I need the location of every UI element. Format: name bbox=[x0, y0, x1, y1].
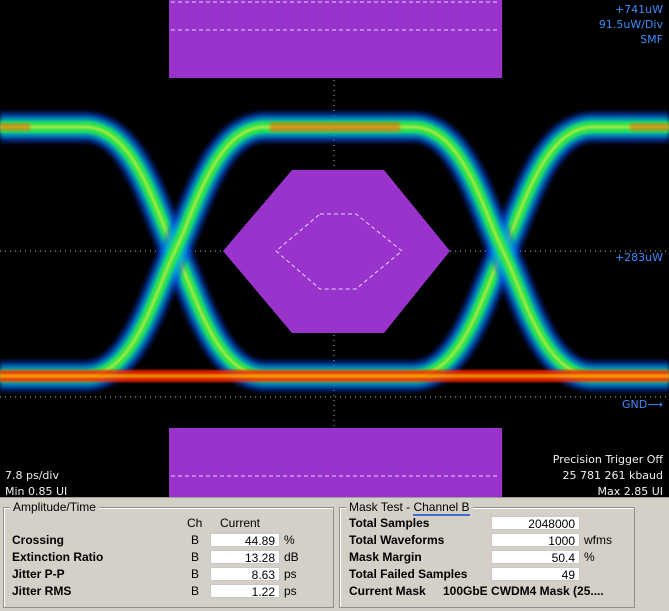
measurement-row-jitter-rms[interactable]: Jitter RMS B 1.22 ps bbox=[4, 583, 333, 600]
amplitude-time-group: Amplitude/Time Ch Current Crossing B 44.… bbox=[3, 500, 334, 608]
current-column-header: Current bbox=[220, 516, 261, 530]
one-level-hot-left bbox=[0, 123, 30, 131]
measurement-channel: B bbox=[190, 533, 199, 547]
mask-test-title: Mask Test - Channel B bbox=[346, 500, 473, 516]
max-ui-readout: Max 2.85 UI bbox=[597, 485, 663, 497]
measurement-channel: B bbox=[190, 584, 199, 598]
mask-test-group: Mask Test - Channel B Total Samples 2048… bbox=[339, 500, 635, 608]
measurement-unit: ps bbox=[284, 584, 297, 598]
measurement-label: Extinction Ratio bbox=[12, 550, 104, 564]
measurement-unit: ps bbox=[284, 567, 297, 581]
current-mask-value: 100GbE CWDM4 Mask (25.... bbox=[443, 584, 604, 598]
center-level-marker: +283uW bbox=[614, 251, 663, 264]
mask-row-total-waveforms[interactable]: Total Waveforms 1000 wfms bbox=[340, 532, 634, 549]
eye-diagram-display[interactable]: +741uW 91.5uW/Div SMF +283uW GND⟶ 7.8 ps… bbox=[0, 0, 669, 497]
measurement-label: Jitter P-P bbox=[12, 567, 65, 581]
measurement-channel: B bbox=[190, 567, 199, 581]
channel-column-header: Ch bbox=[187, 516, 203, 530]
mask-unit: wfms bbox=[584, 533, 612, 547]
amplitude-scale-readout: +741uW 91.5uW/Div SMF bbox=[599, 2, 663, 47]
mask-value: 2048000 bbox=[491, 516, 580, 531]
measurement-channel: B bbox=[190, 550, 199, 564]
mask-row-mask-margin[interactable]: Mask Margin 50.4 % bbox=[340, 549, 634, 566]
measurement-value: 13.28 bbox=[210, 550, 280, 565]
ground-marker: GND⟶ bbox=[622, 398, 663, 411]
fiber-type: SMF bbox=[640, 33, 663, 46]
measurement-label: Crossing bbox=[12, 533, 65, 547]
amplitude-time-title: Amplitude/Time bbox=[10, 500, 99, 514]
one-level-hot-right bbox=[630, 123, 669, 131]
measurement-value: 44.89 bbox=[210, 533, 280, 548]
mask-row-failed-samples[interactable]: Total Failed Samples 49 bbox=[340, 566, 634, 583]
measurement-row-crossing[interactable]: Crossing B 44.89 % bbox=[4, 532, 333, 549]
measurement-unit: dB bbox=[284, 550, 299, 564]
zero-level-core bbox=[0, 374, 669, 378]
mask-value: 49 bbox=[491, 567, 580, 582]
mask-unit: % bbox=[584, 550, 595, 564]
top-reference-level: +741uW bbox=[614, 3, 663, 16]
symbol-rate: 25 781 261 kbaud bbox=[562, 469, 663, 482]
mask-test-title-prefix: Mask Test - bbox=[349, 500, 414, 514]
mask-row-current-mask[interactable]: Current Mask 100GbE CWDM4 Mask (25.... bbox=[340, 583, 634, 600]
measurement-unit: % bbox=[284, 533, 295, 547]
measurement-value: 8.63 bbox=[210, 567, 280, 582]
channel-b-link[interactable]: Channel B bbox=[413, 500, 470, 516]
current-mask-label: Current Mask bbox=[349, 584, 426, 598]
mask-center-polygon bbox=[223, 170, 450, 333]
mask-top-region bbox=[169, 0, 502, 78]
measurement-row-extinction-ratio[interactable]: Extinction Ratio B 13.28 dB bbox=[4, 549, 333, 566]
timebase-readout: 7.8 ps/div bbox=[5, 469, 59, 482]
mask-label: Mask Margin bbox=[349, 550, 422, 564]
eye-diagram-canvas bbox=[0, 0, 669, 497]
one-level-hot-zone bbox=[270, 122, 400, 132]
mask-value: 50.4 bbox=[491, 550, 580, 565]
mask-value: 1000 bbox=[491, 533, 580, 548]
measurement-label: Jitter RMS bbox=[12, 584, 72, 598]
mask-row-total-samples[interactable]: Total Samples 2048000 bbox=[340, 515, 634, 532]
mask-bottom-region bbox=[169, 428, 502, 497]
mask-label: Total Waveforms bbox=[349, 533, 445, 547]
measurement-value: 1.22 bbox=[210, 584, 280, 599]
mask-label: Total Samples bbox=[349, 516, 430, 530]
mask-label: Total Failed Samples bbox=[349, 567, 468, 581]
trigger-status: Precision Trigger Off bbox=[552, 453, 663, 466]
vertical-scale: 91.5uW/Div bbox=[598, 18, 663, 31]
measurement-row-jitter-pp[interactable]: Jitter P-P B 8.63 ps bbox=[4, 566, 333, 583]
measurement-panel: Amplitude/Time Ch Current Crossing B 44.… bbox=[0, 497, 669, 611]
min-ui-readout: Min 0.85 UI bbox=[5, 485, 68, 497]
